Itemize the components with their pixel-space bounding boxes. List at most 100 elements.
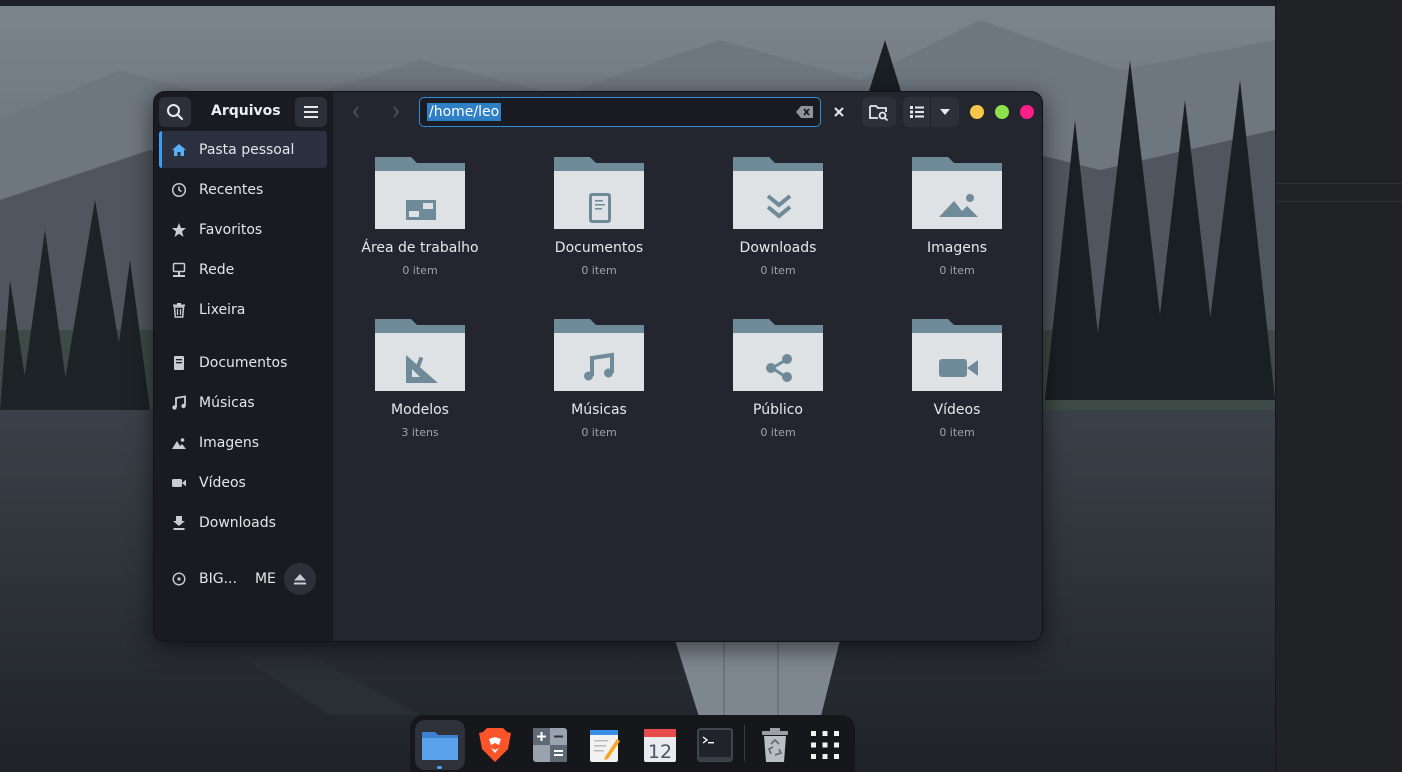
eject-button[interactable] bbox=[284, 563, 316, 595]
back-button[interactable] bbox=[340, 97, 372, 127]
clear-text-icon[interactable] bbox=[796, 105, 814, 119]
folder-name: Modelos bbox=[391, 402, 449, 418]
search-icon bbox=[167, 104, 184, 121]
home-icon bbox=[172, 143, 186, 156]
minimize-button[interactable] bbox=[970, 105, 984, 119]
folder-name: Downloads bbox=[739, 240, 817, 256]
folder-music[interactable]: Músicas 0 item bbox=[514, 319, 684, 469]
document-icon bbox=[174, 355, 184, 370]
folder-item-count: 0 item bbox=[760, 264, 796, 277]
list-view-icon bbox=[909, 106, 924, 118]
chevron-left-icon bbox=[352, 106, 359, 118]
folder-item-count: 0 item bbox=[939, 264, 975, 277]
sidebar-item-label: Músicas bbox=[199, 394, 255, 411]
folder-item-count: 0 item bbox=[581, 426, 617, 439]
folder-search-icon bbox=[869, 105, 889, 121]
sidebar-item-network[interactable]: Rede bbox=[159, 251, 327, 288]
dock-brave[interactable] bbox=[470, 720, 520, 770]
folder-downloads[interactable]: Downloads 0 item bbox=[693, 157, 863, 307]
sidebar-item-music[interactable]: Músicas bbox=[159, 384, 327, 421]
close-icon bbox=[834, 107, 844, 117]
download-icon bbox=[173, 515, 185, 530]
folder-desktop-icon bbox=[375, 157, 465, 229]
sidebar-item-downloads[interactable]: Downloads bbox=[159, 504, 327, 541]
brave-icon bbox=[479, 728, 511, 762]
folder-desktop[interactable]: Área de trabalho 0 item bbox=[335, 157, 505, 307]
sidebar-item-documents[interactable]: Documentos bbox=[159, 344, 327, 381]
dock-text-editor[interactable] bbox=[580, 720, 630, 770]
folder-name: Músicas bbox=[571, 402, 627, 418]
dock-calculator[interactable] bbox=[525, 720, 575, 770]
folder-name: Público bbox=[753, 402, 803, 418]
sidebar-item-label: Imagens bbox=[199, 434, 260, 451]
search-folder-button[interactable] bbox=[862, 97, 896, 127]
folder-downloads-icon bbox=[733, 157, 823, 229]
folder-name: Área de trabalho bbox=[361, 240, 479, 256]
sidebar-item-recent[interactable]: Recentes bbox=[159, 171, 327, 208]
close-location-button[interactable] bbox=[824, 97, 854, 127]
dock-trash[interactable] bbox=[750, 720, 800, 770]
network-icon bbox=[172, 262, 186, 277]
folder-name: Imagens bbox=[926, 240, 987, 256]
files-icon bbox=[422, 732, 458, 760]
view-options-button[interactable] bbox=[903, 97, 959, 127]
dock-files[interactable] bbox=[415, 720, 465, 770]
disc-icon bbox=[172, 571, 186, 586]
clock-icon bbox=[171, 182, 187, 197]
sidebar-item-label: Recentes bbox=[199, 181, 264, 198]
folder-documents-icon bbox=[554, 157, 644, 229]
sidebar-item-label: BIG... bbox=[199, 570, 237, 587]
app-title: Arquivos bbox=[211, 103, 281, 119]
music-icon bbox=[172, 394, 186, 410]
folder-videos-icon bbox=[912, 319, 1002, 391]
hamburger-icon bbox=[304, 106, 318, 118]
terminal-icon bbox=[697, 728, 733, 762]
dock-terminal[interactable] bbox=[690, 720, 740, 770]
sidebar-item-home[interactable]: Pasta pessoal bbox=[159, 131, 327, 168]
main-menu-button[interactable] bbox=[295, 97, 327, 127]
sidebar-item-label: Rede bbox=[199, 261, 235, 278]
close-window-button[interactable] bbox=[1020, 105, 1034, 119]
image-icon bbox=[172, 437, 186, 449]
side-panel bbox=[1275, 0, 1402, 772]
chevron-right-icon bbox=[393, 106, 400, 118]
app-grid-icon bbox=[811, 731, 839, 759]
eject-icon bbox=[294, 574, 306, 585]
video-icon bbox=[172, 478, 186, 487]
folder-videos[interactable]: Vídeos 0 item bbox=[872, 319, 1042, 469]
calendar-day: 12 bbox=[648, 741, 672, 763]
location-entry[interactable]: /home/leo bbox=[419, 97, 821, 127]
folder-item-count: 0 item bbox=[939, 426, 975, 439]
sidebar-item-videos[interactable]: Vídeos bbox=[159, 464, 327, 501]
sidebar-item-label: Documentos bbox=[199, 354, 288, 371]
folder-documents[interactable]: Documentos 0 item bbox=[514, 157, 684, 307]
folder-public[interactable]: Público 0 item bbox=[693, 319, 863, 469]
text-editor-icon bbox=[590, 730, 620, 762]
dock-active-indicator bbox=[437, 766, 442, 769]
search-button[interactable] bbox=[159, 97, 191, 127]
calendar-icon: 12 bbox=[644, 729, 676, 763]
sidebar-item-pictures[interactable]: Imagens bbox=[159, 424, 327, 461]
folder-public-icon bbox=[733, 319, 823, 391]
maximize-button[interactable] bbox=[995, 105, 1009, 119]
sidebar-device-suffix: ME bbox=[254, 570, 276, 587]
location-text: /home/leo bbox=[427, 103, 502, 121]
folder-templates[interactable]: Modelos 3 itens bbox=[335, 319, 505, 469]
folder-name: Documentos bbox=[554, 240, 644, 256]
dock-calendar[interactable]: 12 bbox=[635, 720, 685, 770]
sidebar-item-starred[interactable]: Favoritos bbox=[159, 211, 327, 248]
folder-name: Vídeos bbox=[933, 402, 981, 418]
folder-pictures-icon bbox=[912, 157, 1002, 229]
sidebar-item-trash[interactable]: Lixeira bbox=[159, 291, 327, 328]
forward-button[interactable] bbox=[380, 97, 412, 127]
folder-item-count: 3 itens bbox=[401, 426, 439, 439]
sidebar-item-label: Vídeos bbox=[199, 474, 246, 491]
folder-templates-icon bbox=[375, 319, 465, 391]
header-bar: Arquivos /home/leo bbox=[154, 92, 1042, 131]
trash-icon bbox=[762, 728, 788, 762]
sidebar-item-label: Lixeira bbox=[199, 301, 246, 318]
folder-pictures[interactable]: Imagens 0 item bbox=[872, 157, 1042, 307]
dock-app-grid[interactable] bbox=[800, 720, 850, 770]
folder-item-count: 0 item bbox=[581, 264, 617, 277]
dock-separator bbox=[744, 725, 745, 761]
